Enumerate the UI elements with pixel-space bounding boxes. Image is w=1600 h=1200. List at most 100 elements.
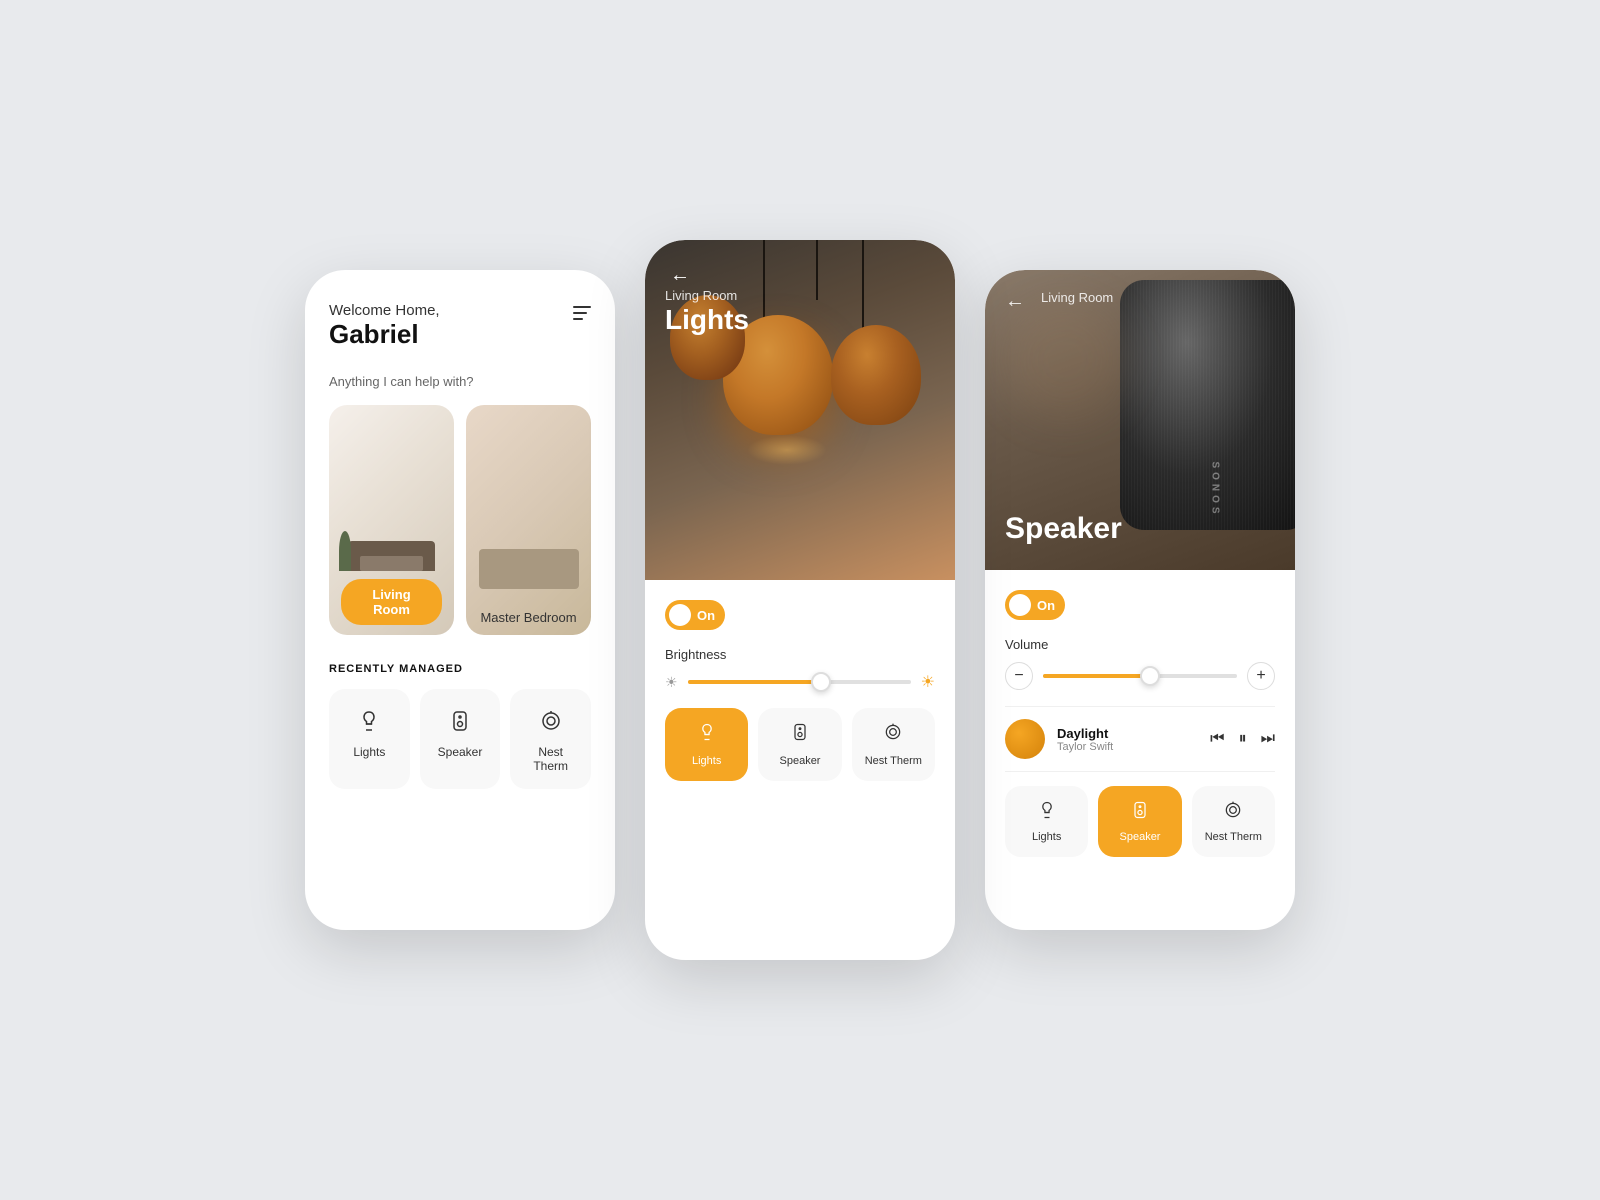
- toggle-row-phone3: On: [1005, 590, 1275, 621]
- phone-lights: ← Living Room Lights On Brightness ☀: [645, 240, 955, 960]
- back-arrow-icon: ←: [670, 264, 690, 287]
- room-label-phone2: Living Room: [665, 288, 737, 303]
- speaker-controls: On Volume − + Daylight Taylor: [985, 570, 1295, 881]
- brightness-fill: [688, 680, 822, 684]
- tab-lights-phone2[interactable]: Lights: [665, 708, 748, 781]
- wire-3: [862, 240, 864, 330]
- speaker-hero-image: SONOS ← Living Room Speaker: [985, 270, 1295, 570]
- sofa-decoration: [348, 541, 436, 571]
- pendant-right: [831, 325, 921, 425]
- home-header: Welcome Home, Gabriel: [329, 302, 591, 350]
- recently-managed-title: RECENTLY MANAGED: [329, 663, 591, 675]
- power-toggle[interactable]: On: [665, 600, 725, 630]
- album-art: [1005, 719, 1045, 759]
- wire-1: [763, 240, 765, 320]
- volume-thumb[interactable]: [1140, 666, 1160, 686]
- brightness-section: Brightness ☀ ☀: [665, 647, 935, 692]
- toggle-knob: [669, 604, 691, 626]
- wire-2: [816, 240, 818, 300]
- tab-speaker-label: Speaker: [780, 755, 821, 767]
- living-room-label: Living Room: [329, 569, 454, 635]
- phone-speaker: SONOS ← Living Room Speaker On Volume −: [985, 270, 1295, 930]
- volume-fill: [1043, 674, 1150, 678]
- master-bedroom-card[interactable]: Master Bedroom: [466, 405, 591, 635]
- device-title-phone3: Speaker: [1005, 512, 1122, 546]
- sonos-brand-text: SONOS: [1210, 461, 1221, 517]
- skip-back-button[interactable]: ⏮: [1210, 730, 1224, 748]
- device-title-phone2: Lights: [665, 304, 749, 336]
- nest-icon-tab-p3: [1223, 800, 1243, 825]
- tab-nest-label: Nest Therm: [865, 755, 922, 767]
- glow-center: [747, 435, 827, 465]
- volume-section: Volume − +: [1005, 637, 1275, 690]
- master-bedroom-label: Master Bedroom: [466, 600, 591, 635]
- lamp-icon: [353, 705, 385, 737]
- power-toggle-phone3[interactable]: On: [1005, 590, 1065, 620]
- living-room-card[interactable]: Living Room: [329, 405, 454, 635]
- subtitle-text: Anything I can help with?: [329, 374, 591, 389]
- master-bedroom-text: Master Bedroom: [478, 610, 579, 625]
- skip-forward-button[interactable]: ⏭: [1261, 730, 1275, 748]
- user-name: Gabriel: [329, 319, 440, 350]
- brightness-slider[interactable]: [688, 680, 911, 684]
- back-button-phone2[interactable]: ←: [665, 260, 695, 290]
- volume-increase-button[interactable]: +: [1247, 662, 1275, 690]
- phones-container: Welcome Home, Gabriel Anything I can hel…: [305, 240, 1295, 960]
- lamp-icon-tab-p3: [1037, 800, 1057, 825]
- welcome-section: Welcome Home, Gabriel: [329, 302, 440, 350]
- speaker-grill: [1120, 280, 1295, 530]
- brightness-slider-row: ☀ ☀: [665, 672, 935, 692]
- device-name-speaker: Speaker: [438, 745, 483, 759]
- volume-label: Volume: [1005, 637, 1275, 652]
- speaker-icon-tab-p3: [1130, 800, 1150, 825]
- volume-decrease-button[interactable]: −: [1005, 662, 1033, 690]
- device-card-nest[interactable]: Nest Therm: [510, 689, 591, 789]
- device-name-lights: Lights: [353, 745, 385, 759]
- device-name-nest: Nest Therm: [520, 745, 581, 773]
- device-card-speaker[interactable]: Speaker: [420, 689, 501, 789]
- phone-home: Welcome Home, Gabriel Anything I can hel…: [305, 270, 615, 930]
- nest-icon: [535, 705, 567, 737]
- device-tabs-phone2: Lights Speaker: [665, 708, 935, 781]
- sonos-speaker-body: SONOS: [1120, 280, 1295, 530]
- menu-icon[interactable]: [573, 302, 591, 320]
- device-tabs-phone3: Lights Speaker: [1005, 786, 1275, 857]
- speaker-icon: [444, 705, 476, 737]
- speaker-icon-tab: [790, 722, 810, 747]
- tab-lights-phone3[interactable]: Lights: [1005, 786, 1088, 857]
- tab-nest-phone3[interactable]: Nest Therm: [1192, 786, 1275, 857]
- now-playing: Daylight Taylor Swift ⏮ ⏸ ⏭: [1005, 706, 1275, 772]
- toggle-knob-phone3: [1009, 594, 1031, 616]
- tab-nest-label-p3: Nest Therm: [1205, 831, 1262, 843]
- track-artist: Taylor Swift: [1057, 741, 1198, 753]
- track-name: Daylight: [1057, 726, 1198, 741]
- brightness-label: Brightness: [665, 647, 935, 662]
- brightness-min-icon: ☀: [665, 674, 678, 691]
- lights-controls: On Brightness ☀ ☀: [645, 580, 955, 805]
- lamp-icon-tab: [697, 722, 717, 747]
- brightness-max-icon: ☀: [921, 672, 935, 692]
- living-room-button[interactable]: Living Room: [341, 579, 442, 625]
- tab-speaker-phone2[interactable]: Speaker: [758, 708, 841, 781]
- tab-lights-label-p3: Lights: [1032, 831, 1061, 843]
- toggle-label: On: [697, 608, 715, 623]
- tab-speaker-phone3[interactable]: Speaker: [1098, 786, 1181, 857]
- brightness-thumb[interactable]: [811, 672, 831, 692]
- devices-row: Lights Speaker: [329, 689, 591, 789]
- welcome-text: Welcome Home,: [329, 302, 440, 319]
- device-card-lights[interactable]: Lights: [329, 689, 410, 789]
- pause-button[interactable]: ⏸: [1239, 730, 1247, 748]
- back-button-phone3[interactable]: ←: [1005, 290, 1025, 313]
- toggle-label-phone3: On: [1037, 598, 1055, 613]
- tab-nest-phone2[interactable]: Nest Therm: [852, 708, 935, 781]
- back-arrow-icon-phone3: ←: [1005, 290, 1025, 312]
- ambient-glow: [1005, 300, 1125, 420]
- toggle-row: On: [665, 600, 935, 631]
- room-label-phone3: Living Room: [1041, 290, 1113, 305]
- plant-decoration: [339, 531, 351, 571]
- lights-hero-image: ← Living Room Lights: [645, 240, 955, 580]
- nest-icon-tab: [883, 722, 903, 747]
- tab-lights-label: Lights: [692, 755, 721, 767]
- rooms-row: Living Room Master Bedroom: [329, 405, 591, 635]
- volume-slider[interactable]: [1043, 674, 1237, 678]
